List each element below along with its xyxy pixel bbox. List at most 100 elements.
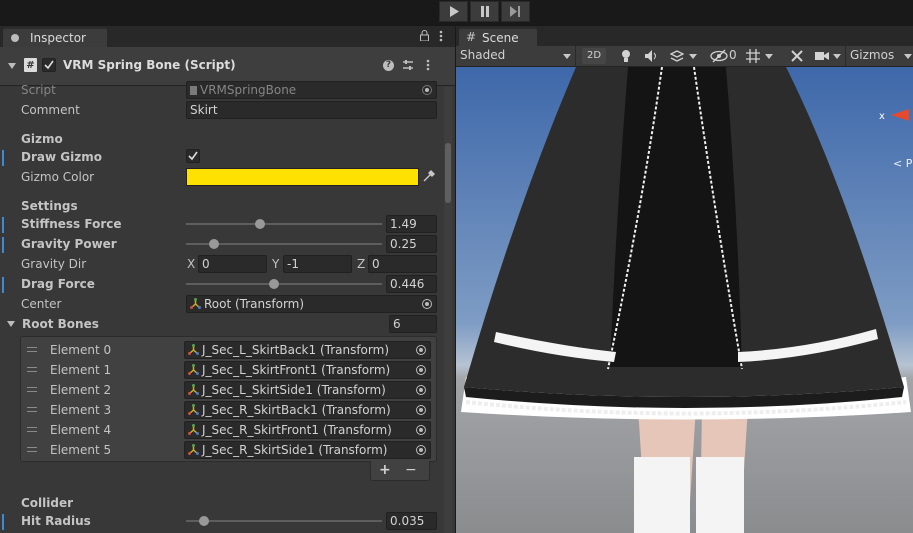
object-picker-icon[interactable] <box>413 342 429 358</box>
stiffness-slider-handle[interactable] <box>255 219 265 229</box>
effects-icon[interactable] <box>670 49 684 63</box>
foldout-arrow-icon[interactable] <box>7 320 15 328</box>
list-item[interactable]: Element 3 J_Sec_R_SkirtBack1 (Transform) <box>21 401 436 421</box>
root-bones-size-input[interactable]: 6 <box>389 315 437 333</box>
axis-gizmo-x-cone-icon[interactable] <box>891 109 913 121</box>
override-marker <box>2 237 4 253</box>
transform-icon <box>188 344 199 355</box>
gravity-power-input[interactable]: 0.25 <box>386 235 437 253</box>
eyedropper-icon[interactable] <box>422 170 435 183</box>
list-item[interactable]: Element 5 J_Sec_R_SkirtSide1 (Transform) <box>21 441 436 461</box>
element-object-field[interactable]: J_Sec_R_SkirtBack1 (Transform) <box>184 401 431 419</box>
gravity-dir-label: Gravity Dir <box>21 257 87 271</box>
transform-icon <box>190 298 201 309</box>
drag-handle-icon[interactable] <box>27 427 37 432</box>
preset-icon[interactable] <box>402 59 414 71</box>
root-bones-label[interactable]: Root Bones <box>22 317 99 331</box>
center-label: Center <box>21 297 62 311</box>
draw-gizmo-checkbox[interactable] <box>186 149 200 163</box>
camera-icon[interactable] <box>815 50 829 61</box>
play-toolbar <box>0 0 913 26</box>
element-object-field[interactable]: J_Sec_L_SkirtFront1 (Transform) <box>184 361 431 379</box>
chevron-down-icon[interactable] <box>833 54 841 59</box>
element-object-field[interactable]: J_Sec_R_SkirtSide1 (Transform) <box>184 441 431 459</box>
drag-handle-icon[interactable] <box>27 387 37 392</box>
element-value: J_Sec_R_SkirtSide1 (Transform) <box>202 443 388 457</box>
mode-2d-button[interactable]: 2D <box>582 48 606 64</box>
stiffness-slider-track[interactable] <box>186 223 382 225</box>
tools-icon[interactable] <box>790 49 804 63</box>
scene-panel: # Scene Shaded 2D 0 Gizmos x < P <box>456 26 913 533</box>
gravity-power-slider-handle[interactable] <box>209 239 219 249</box>
component-enabled-checkbox[interactable] <box>42 58 56 72</box>
perspective-label[interactable]: < P <box>893 157 912 170</box>
list-item[interactable]: Element 1 J_Sec_L_SkirtFront1 (Transform) <box>21 361 436 381</box>
list-footer: + − <box>370 461 430 481</box>
gravity-dir-x-input[interactable]: 0 <box>198 255 267 273</box>
object-picker-icon[interactable] <box>413 362 429 378</box>
lock-icon[interactable] <box>420 30 429 41</box>
play-button[interactable] <box>439 1 468 22</box>
tab-inspector[interactable]: Inspector <box>3 27 107 48</box>
element-object-field[interactable]: J_Sec_R_SkirtFront1 (Transform) <box>184 421 431 439</box>
gravity-dir-x-label: X <box>187 257 196 271</box>
foldout-arrow-icon[interactable] <box>8 62 16 70</box>
hit-radius-slider-handle[interactable] <box>199 516 209 526</box>
list-item[interactable]: Element 0 J_Sec_L_SkirtBack1 (Transform) <box>21 341 436 361</box>
object-picker-icon[interactable] <box>413 402 429 418</box>
step-icon <box>510 6 520 17</box>
list-item[interactable]: Element 2 J_Sec_L_SkirtSide1 (Transform) <box>21 381 436 401</box>
grid-toggle-icon[interactable] <box>746 49 760 63</box>
component-title: VRM Spring Bone (Script) <box>63 58 236 72</box>
component-menu-icon[interactable] <box>426 59 430 71</box>
gizmos-dropdown[interactable]: Gizmos <box>845 46 913 66</box>
collider-section-header: Collider <box>21 496 74 510</box>
element-object-field[interactable]: J_Sec_L_SkirtSide1 (Transform) <box>184 381 431 399</box>
pause-button[interactable] <box>470 1 499 22</box>
element-object-field[interactable]: J_Sec_L_SkirtBack1 (Transform) <box>184 341 431 359</box>
object-picker-icon[interactable] <box>413 422 429 438</box>
script-icon: # <box>24 58 37 72</box>
transform-icon <box>188 404 199 415</box>
axis-x-label: x <box>879 111 885 122</box>
audio-icon[interactable] <box>645 50 659 62</box>
remove-element-button[interactable]: − <box>405 462 417 478</box>
drag-force-slider-handle[interactable] <box>269 279 279 289</box>
scrollbar-thumb[interactable] <box>445 143 451 203</box>
drag-force-input[interactable]: 0.446 <box>386 275 437 293</box>
hit-radius-slider-track[interactable] <box>186 520 382 522</box>
kebab-menu-icon[interactable] <box>439 30 443 42</box>
gravity-dir-y-input[interactable]: -1 <box>283 255 352 273</box>
drag-handle-icon[interactable] <box>27 367 37 372</box>
element-value: J_Sec_L_SkirtSide1 (Transform) <box>202 383 386 397</box>
tab-scene[interactable]: # Scene <box>459 27 537 47</box>
shading-mode-dropdown[interactable]: Shaded <box>456 46 576 66</box>
gravity-dir-z-input[interactable]: 0 <box>368 255 437 273</box>
stiffness-force-input[interactable]: 1.49 <box>386 215 437 233</box>
center-object-field[interactable]: Root (Transform) <box>186 295 437 313</box>
drag-handle-icon[interactable] <box>27 347 37 352</box>
drag-handle-icon[interactable] <box>27 447 37 452</box>
inspector-scrollbar[interactable] <box>444 87 452 533</box>
chevron-down-icon[interactable] <box>765 54 773 59</box>
chevron-down-icon[interactable] <box>689 54 697 59</box>
drag-handle-icon[interactable] <box>27 407 37 412</box>
scene-viewport[interactable]: x < P <box>456 67 913 533</box>
object-picker-icon[interactable] <box>419 296 435 312</box>
help-icon[interactable]: ? <box>383 60 394 71</box>
lighting-icon[interactable] <box>621 49 631 63</box>
object-picker-icon[interactable] <box>413 382 429 398</box>
object-picker-icon[interactable] <box>413 442 429 458</box>
hidden-objects-icon[interactable] <box>710 49 728 63</box>
step-button[interactable] <box>501 1 530 22</box>
hit-radius-input[interactable]: 0.035 <box>386 512 437 530</box>
element-label: Element 1 <box>50 363 112 377</box>
gizmo-color-swatch[interactable] <box>186 168 419 186</box>
add-element-button[interactable]: + <box>379 462 391 478</box>
drag-force-slider-track[interactable] <box>186 283 382 285</box>
override-marker <box>2 277 4 293</box>
scene-tab-label: Scene <box>482 31 519 45</box>
list-item[interactable]: Element 4 J_Sec_R_SkirtFront1 (Transform) <box>21 421 436 441</box>
element-value: J_Sec_L_SkirtFront1 (Transform) <box>202 363 391 377</box>
comment-input[interactable]: Skirt <box>186 101 437 119</box>
